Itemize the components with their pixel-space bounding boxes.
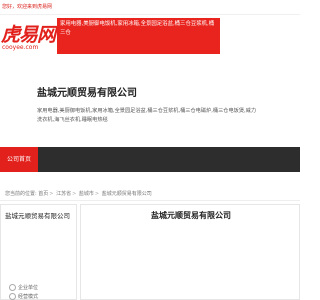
meta-label: 企业单位 — [18, 285, 39, 291]
meta-business-mode: 经营模式 — [9, 293, 38, 300]
meta-company-type: 企业单位 — [9, 284, 38, 291]
logo-domain: cooyee.com — [2, 44, 39, 51]
nav-item-home[interactable]: 公司首页 — [0, 147, 38, 172]
breadcrumb-separator: > — [72, 191, 77, 197]
divider — [0, 200, 300, 201]
logo-text: 虎易网 — [1, 24, 56, 46]
company-description: 家用电器,美厨御电饭机,家用冰箱,全景园足浴盆,桶三仓豆浆机,桶三仓电磁炉,桶三… — [37, 108, 257, 123]
meta-label: 经营模式 — [18, 294, 39, 300]
company-main-panel: 盐城元顺贸易有限公司 — [80, 204, 300, 300]
company-title: 盐城元顺贸易有限公司 — [37, 88, 137, 99]
main-panel-title: 盐城元顺贸易有限公司 — [151, 211, 231, 220]
breadcrumb-item-company: 盐城元顺贸易有限公司 — [101, 191, 152, 197]
site-logo[interactable]: 虎易网 cooyee.com — [1, 20, 56, 56]
breadcrumb-item-home[interactable]: 首页 — [38, 191, 48, 197]
breadcrumb-separator: > — [49, 191, 54, 197]
top-bar: 您好，欢迎来到虎易网 — [0, 0, 300, 15]
breadcrumb: 您当前的位置: 首页> 江苏省> 盐城市> 盐城元顺贸易有限公司 — [5, 190, 152, 197]
breadcrumb-separator: > — [94, 191, 100, 197]
keyword-banner: 家用电器,美厨御电饭机,家用冰箱,全景园足浴盆,桶三仓豆浆机,桶三仓 — [57, 18, 220, 54]
panel-title: 盐城元顺贸易有限公司 — [5, 212, 70, 220]
main-nav: 公司首页 — [0, 147, 300, 172]
building-icon — [9, 284, 16, 291]
banner-text: 家用电器,美厨御电饭机,家用冰箱,全景园足浴盆,桶三仓豆浆机,桶三仓 — [60, 21, 215, 36]
company-info-panel: 盐城元顺贸易有限公司 企业单位 经营模式 — [0, 204, 77, 300]
breadcrumb-item-province[interactable]: 江苏省 — [56, 191, 71, 197]
welcome-text: 您好，欢迎来到虎易网 — [2, 4, 53, 10]
breadcrumb-item-city[interactable]: 盐城市 — [79, 191, 94, 197]
breadcrumb-prefix: 您当前的位置: — [5, 191, 37, 197]
info-icon — [9, 293, 16, 300]
